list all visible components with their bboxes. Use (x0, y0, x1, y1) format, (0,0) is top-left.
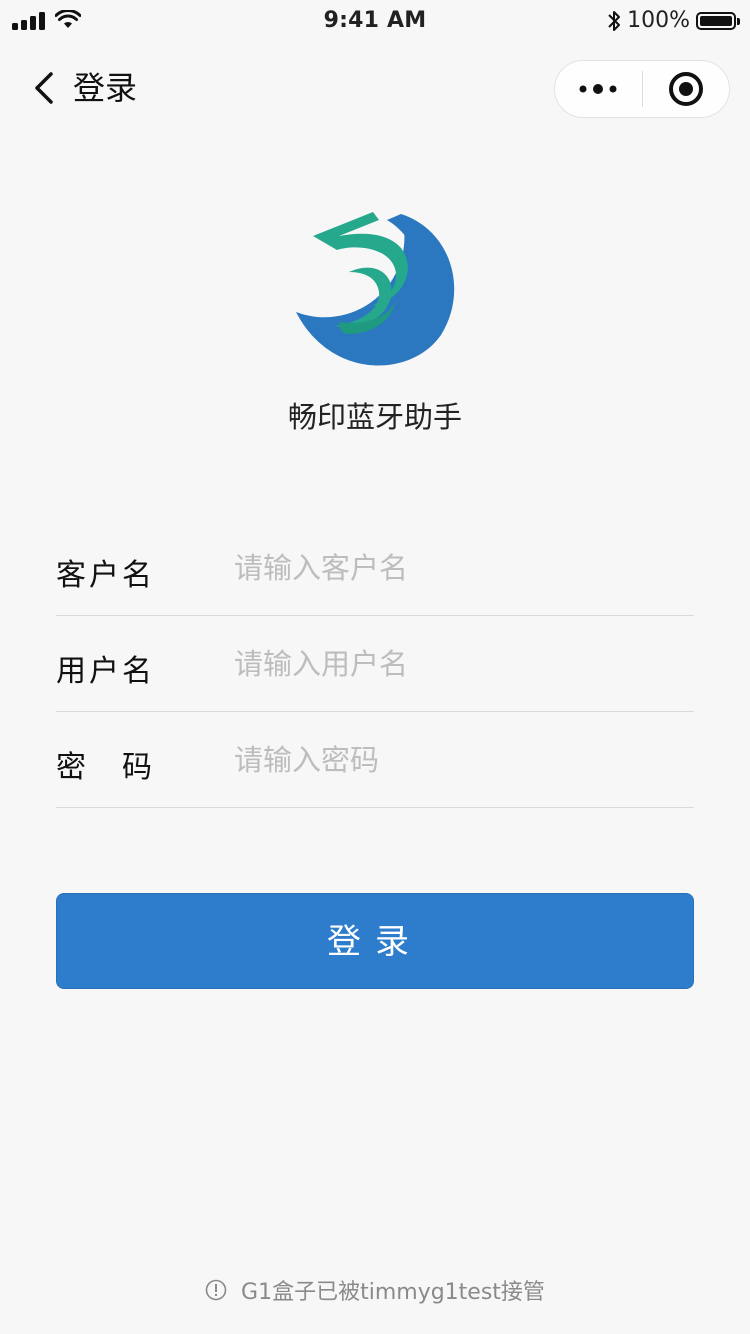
close-button[interactable] (643, 60, 730, 118)
customer-name-label: 客户名 (56, 558, 155, 593)
back-button[interactable] (22, 66, 66, 110)
bluetooth-icon (608, 10, 621, 31)
battery-icon (696, 11, 740, 30)
more-dots-icon (579, 84, 617, 94)
status-bar: 9:41 AM 100% (0, 0, 750, 44)
username-label: 用户名 (56, 654, 155, 689)
mini-program-capsule (554, 60, 730, 118)
username-input[interactable] (234, 638, 674, 690)
username-row: 用户名 (56, 616, 694, 712)
customer-name-input[interactable] (234, 542, 674, 594)
password-input[interactable] (234, 734, 674, 786)
chevron-left-icon (35, 72, 53, 104)
footer-text: G1盒子已被timmyg1test接管 (241, 1280, 545, 1305)
page-title: 登录 (73, 69, 138, 107)
battery-percent: 100% (627, 8, 690, 33)
customer-name-row: 客户名 (56, 520, 694, 616)
status-right: 100% (607, 8, 740, 33)
password-row: 密 码 (56, 712, 694, 808)
app-logo (296, 212, 455, 366)
nav-bar: 登录 (0, 44, 750, 132)
password-label: 密 码 (56, 750, 155, 785)
more-button[interactable] (555, 60, 642, 118)
target-circle-icon (668, 72, 703, 106)
info-circle-icon (205, 1279, 227, 1301)
login-button[interactable]: 登录 (56, 893, 694, 989)
login-form: 客户名 用户名 密 码 (56, 520, 694, 808)
app-name: 畅印蓝牙助手 (287, 400, 462, 434)
footer-notice: G1盒子已被timmyg1test接管 (0, 1274, 750, 1306)
